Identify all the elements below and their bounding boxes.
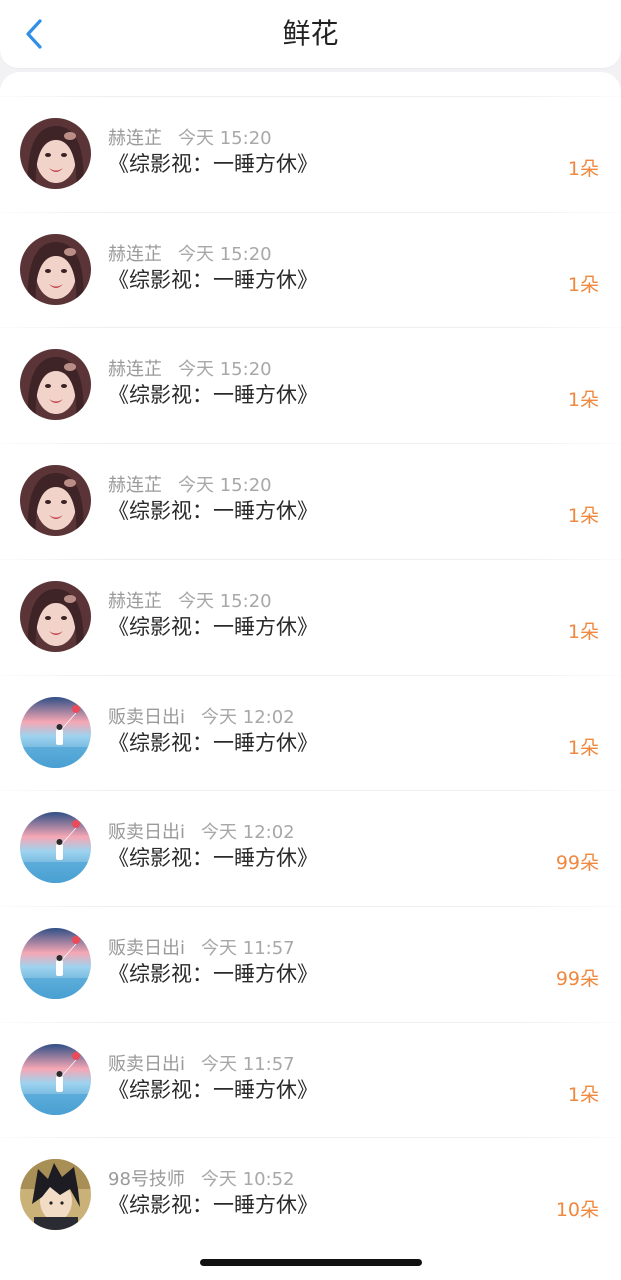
- list-item[interactable]: 贩卖日出i 今天 12:02 《综影视：一睡方休》 99朵: [0, 790, 621, 905]
- book-title: 《综影视：一睡方休》: [108, 730, 318, 755]
- sender-meta: 贩卖日出i 今天 11:57: [108, 1050, 295, 1076]
- sender-name[interactable]: 贩卖日出i: [108, 822, 185, 843]
- sender-meta: 赫连芷 今天 15:20: [108, 355, 272, 381]
- flower-count: 1朵: [567, 273, 599, 296]
- book-title: 《综影视：一睡方休》: [108, 152, 318, 176]
- avatar[interactable]: [20, 580, 91, 652]
- divider: [0, 96, 621, 97]
- home-indicator: [200, 1259, 422, 1266]
- book-title: 《综影视：一睡方休》: [108, 1077, 318, 1102]
- divider: [0, 443, 621, 445]
- divider: [0, 327, 621, 329]
- avatar[interactable]: [20, 349, 91, 421]
- flower-count: 99朵: [555, 967, 599, 990]
- avatar[interactable]: [20, 812, 91, 884]
- sender-meta: 贩卖日出i 今天 12:02: [108, 703, 295, 729]
- timestamp: 今天 12:02: [201, 706, 295, 728]
- book-title: 《综影视：一睡方休》: [108, 614, 318, 639]
- sender-meta: 赫连芷 今天 15:20: [108, 240, 272, 266]
- list-item[interactable]: 赫连芷 今天 15:20 《综影视：一睡方休》 1朵: [0, 211, 621, 327]
- avatar[interactable]: [20, 927, 91, 999]
- divider: [0, 790, 621, 792]
- list-item[interactable]: 贩卖日出i 今天 11:57 《综影视：一睡方休》 1朵: [0, 1021, 621, 1137]
- flower-count: 1朵: [567, 736, 599, 759]
- divider: [0, 905, 621, 907]
- list-item[interactable]: 赫连芷 今天 15:20 《综影视：一睡方休》 1朵: [0, 96, 621, 211]
- sender-name[interactable]: 贩卖日出i: [108, 938, 185, 959]
- flower-count: 1朵: [567, 620, 599, 643]
- timestamp: 今天 11:57: [201, 937, 295, 959]
- list-item[interactable]: 赫连芷 今天 15:20 《综影视：一睡方休》 1朵: [0, 558, 621, 674]
- flower-count: 1朵: [567, 1083, 599, 1106]
- list-item[interactable]: 赫连芷 今天 15:20 《综影视：一睡方休》 1朵: [0, 443, 621, 558]
- sender-meta: 贩卖日出i 今天 12:02: [108, 818, 295, 844]
- avatar[interactable]: [20, 1159, 91, 1231]
- page-title: 鲜花: [282, 17, 339, 50]
- book-title: 《综影视：一睡方休》: [108, 499, 318, 524]
- book-title: 《综影视：一睡方休》: [108, 383, 318, 408]
- timestamp: 今天 15:20: [178, 359, 272, 381]
- flower-count: 10朵: [555, 1199, 599, 1222]
- avatar[interactable]: [20, 696, 91, 768]
- divider: [0, 211, 621, 213]
- timestamp: 今天 15:20: [178, 475, 272, 497]
- divider: [0, 1021, 621, 1023]
- sender-meta: 赫连芷 今天 15:20: [108, 124, 272, 150]
- flower-count: 99朵: [555, 852, 599, 875]
- sender-meta: 贩卖日出i 今天 11:57: [108, 934, 295, 960]
- avatar[interactable]: [20, 233, 91, 305]
- avatar[interactable]: [20, 1043, 91, 1115]
- timestamp: 今天 11:57: [201, 1053, 295, 1075]
- sender-name[interactable]: 赫连芷: [108, 128, 162, 149]
- flower-record-list[interactable]: 赫连芷 今天 15:20 《综影视：一睡方休》 1朵 赫连芷 今天 15:20 《综影视：…: [0, 72, 621, 1280]
- timestamp: 今天 15:20: [178, 590, 272, 612]
- book-title: 《综影视：一睡方休》: [108, 846, 318, 871]
- timestamp: 今天 12:02: [201, 822, 295, 844]
- top-nav-bar: 鲜花: [0, 0, 621, 68]
- avatar[interactable]: [20, 465, 91, 537]
- sender-name[interactable]: 贩卖日出i: [108, 1054, 185, 1075]
- divider: [0, 674, 621, 676]
- flower-count: 1朵: [567, 158, 599, 180]
- book-title: 《综影视：一睡方休》: [108, 267, 318, 292]
- sender-name[interactable]: 赫连芷: [108, 591, 162, 612]
- book-title: 《综影视：一睡方休》: [108, 961, 318, 986]
- sender-meta: 赫连芷 今天 15:20: [108, 587, 272, 613]
- avatar[interactable]: [20, 118, 91, 189]
- flower-count: 1朵: [567, 389, 599, 412]
- book-title: 《综影视：一睡方休》: [108, 1193, 318, 1218]
- sender-meta: 98号技师 今天 10:52: [108, 1165, 295, 1191]
- list-item[interactable]: 98号技师 今天 10:52 《综影视：一睡方休》 10朵: [0, 1137, 621, 1252]
- divider: [0, 1137, 621, 1139]
- sender-name[interactable]: 98号技师: [108, 1169, 185, 1190]
- sender-meta: 赫连芷 今天 15:20: [108, 471, 272, 497]
- sender-name[interactable]: 赫连芷: [108, 359, 162, 380]
- flower-count: 1朵: [567, 505, 599, 528]
- divider: [0, 558, 621, 560]
- sender-name[interactable]: 贩卖日出i: [108, 707, 185, 728]
- timestamp: 今天 15:20: [178, 128, 272, 149]
- list-item[interactable]: 贩卖日出i 今天 12:02 《综影视：一睡方休》 1朵: [0, 674, 621, 790]
- sender-name[interactable]: 赫连芷: [108, 475, 162, 496]
- list-item[interactable]: 赫连芷 今天 15:20 《综影视：一睡方休》 1朵: [0, 327, 621, 442]
- timestamp: 今天 15:20: [178, 243, 272, 265]
- timestamp: 今天 10:52: [200, 1169, 295, 1191]
- list-item[interactable]: 贩卖日出i 今天 11:57 《综影视：一睡方休》 99朵: [0, 905, 621, 1021]
- sender-name[interactable]: 赫连芷: [108, 244, 162, 265]
